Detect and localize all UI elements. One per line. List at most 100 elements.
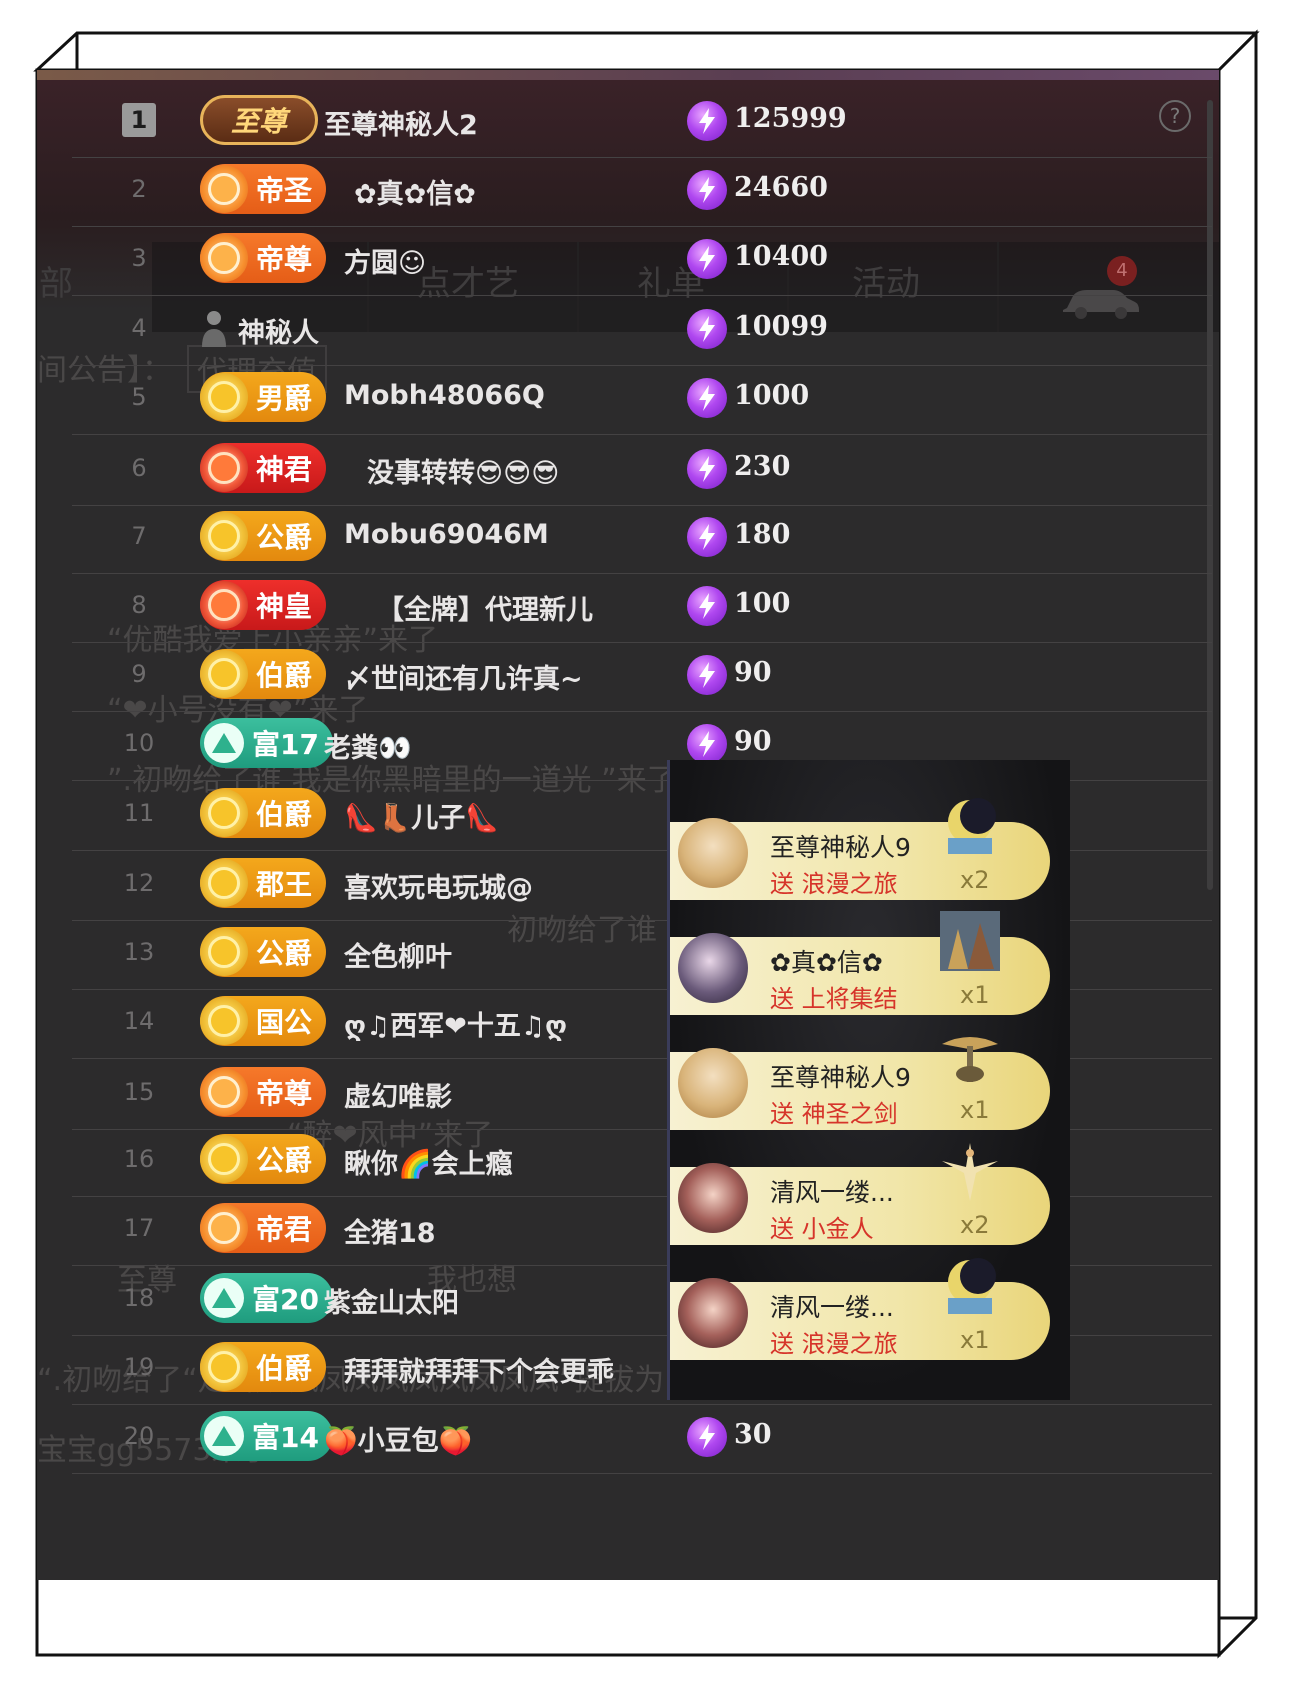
badge-emblem-icon — [200, 859, 248, 907]
badge-emblem-icon — [200, 444, 248, 492]
rank-number: 1 — [122, 103, 156, 137]
mystery-person-icon — [202, 311, 226, 347]
user-name[interactable]: 紫金山太阳 — [324, 1281, 459, 1320]
sender-avatar — [678, 1048, 748, 1118]
noble-badge: 伯爵 — [200, 649, 327, 699]
noble-badge: 帝君 — [200, 1203, 327, 1253]
rank-number: 19 — [123, 1353, 155, 1381]
noble-badge: 公爵 — [200, 927, 327, 977]
user-name[interactable]: Mobu69046M — [344, 519, 549, 550]
rank-row[interactable]: 8 神皇 【全牌】代理新儿 100 — [72, 568, 1212, 643]
user-name[interactable]: 全猪18 — [344, 1211, 436, 1250]
gift-count: x2 — [960, 1211, 990, 1239]
lightning-icon — [687, 170, 727, 210]
sender-avatar — [678, 1278, 748, 1348]
badge-emblem-icon — [200, 165, 248, 213]
user-name[interactable]: 老粪👀 — [324, 726, 412, 765]
user-name[interactable]: 全色柳叶 — [344, 935, 452, 974]
noble-badge: 男爵 — [200, 372, 327, 422]
wealth-badge: 富14 — [200, 1411, 333, 1461]
badge-label: 神君 — [256, 453, 313, 486]
user-name[interactable]: 〆世间还有几许真~ — [344, 657, 583, 696]
noble-badge: 公爵 — [200, 1134, 327, 1184]
rank-number: 7 — [131, 522, 147, 550]
rank-row[interactable]: 20 富14 🍑小豆包🍑 30 — [72, 1399, 1212, 1474]
badge-label: 帝君 — [256, 1213, 313, 1246]
noble-badge: 至尊 — [200, 95, 318, 145]
score-value: 1000 — [734, 380, 810, 411]
score-value: 180 — [734, 519, 791, 550]
wealth-badge: 富20 — [200, 1273, 333, 1323]
rank-row[interactable]: 2 帝圣 ✿真✿信✿ 24660 — [72, 152, 1212, 227]
triangle-icon — [204, 1416, 244, 1456]
lightning-icon — [687, 378, 727, 418]
badge-label: 富20 — [252, 1283, 319, 1316]
lightning-icon — [687, 517, 727, 557]
user-name[interactable]: ✿真✿信✿ — [354, 172, 476, 211]
gift-action: 送 小金人 — [770, 1215, 874, 1243]
user-name[interactable]: 方圆☺ — [344, 241, 426, 280]
noble-badge: 国公 — [200, 996, 327, 1046]
rank-number: 14 — [123, 1007, 155, 1035]
rank-row[interactable]: 5 男爵 Mobh48066Q 1000 — [72, 360, 1212, 435]
badge-emblem-icon — [200, 512, 248, 560]
badge-emblem-icon — [200, 1135, 248, 1183]
user-name[interactable]: 神秘人 — [238, 311, 319, 350]
rank-row[interactable]: 6 神君 没事转转😎😎😎 230 — [72, 431, 1212, 506]
gift-notification[interactable]: 至尊神秘人9 送 神圣之剑 x1 — [670, 1037, 1050, 1130]
sender-avatar — [678, 1163, 748, 1233]
noble-badge: 帝尊 — [200, 233, 327, 283]
user-name[interactable]: 【全牌】代理新儿 — [377, 588, 593, 627]
sender-avatar — [678, 818, 748, 888]
gift-notification[interactable]: 清风一缕... 送 小金人 x2 — [670, 1143, 1050, 1245]
wealth-badge: 富17 — [200, 718, 333, 768]
score-value: 100 — [734, 588, 791, 619]
user-name[interactable]: 🍑小豆包🍑 — [324, 1419, 472, 1458]
gift-notification[interactable]: 清风一缕... 送 浪漫之旅 x1 — [670, 1258, 1050, 1360]
badge-emblem-icon — [200, 789, 248, 837]
gift-action: 送 神圣之剑 — [770, 1100, 898, 1128]
sender-avatar — [678, 933, 748, 1003]
rank-number: 10 — [123, 729, 155, 757]
gift-notification[interactable]: 至尊神秘人9 送 浪漫之旅 x2 — [670, 798, 1050, 900]
score-value: 10099 — [734, 311, 828, 342]
gift-notification-panel: 至尊神秘人9 送 浪漫之旅 x2 ✿真✿信✿ 送 上将集结 x1 至尊神秘人9 … — [667, 760, 1070, 1400]
moon-icon — [948, 798, 996, 854]
user-name[interactable]: 拜拜就拜拜下个会更乖 — [344, 1350, 614, 1389]
user-name[interactable]: 至尊神秘人2 — [324, 103, 478, 142]
gift-sender-name: ✿真✿信✿ — [770, 948, 883, 977]
noble-badge: 神君 — [200, 443, 327, 493]
rank-row[interactable]: 1 至尊 至尊神秘人2 125999 — [72, 83, 1212, 158]
score-value: 10400 — [734, 241, 828, 272]
live-room-screen: 部 点才艺 礼单 活动 4 间公告】： 代理充值 “优酷我爱上小亲亲”来了 “❤… — [37, 70, 1219, 1580]
user-name[interactable]: ღ♫西军❤十五♫ღ — [344, 1004, 567, 1043]
badge-label: 富14 — [252, 1421, 319, 1454]
lightning-icon — [687, 101, 727, 141]
user-name[interactable]: 瞅你🌈会上瘾 — [344, 1142, 513, 1181]
rank-row[interactable]: 4 神秘人 10099 — [72, 291, 1212, 366]
rank-number: 20 — [123, 1422, 155, 1450]
user-name[interactable]: 喜欢玩电玩城@ — [344, 866, 533, 905]
gift-count: x1 — [960, 1326, 990, 1354]
noble-badge: 帝圣 — [200, 164, 327, 214]
angel-icon — [942, 1143, 998, 1201]
gift-sender-name: 至尊神秘人9 — [770, 833, 911, 862]
score-value: 30 — [734, 1419, 772, 1450]
user-name[interactable]: 虚幻唯影 — [344, 1075, 452, 1114]
user-name[interactable]: Mobh48066Q — [344, 380, 545, 411]
noble-badge: 神皇 — [200, 580, 327, 630]
user-name[interactable]: 👠👢儿子👠 — [344, 796, 499, 835]
rank-number: 18 — [123, 1284, 155, 1312]
user-name[interactable]: 没事转转😎😎😎 — [367, 451, 559, 490]
gift-sender-name: 至尊神秘人9 — [770, 1063, 911, 1092]
badge-label: 国公 — [256, 1006, 313, 1039]
lightning-icon — [687, 724, 727, 764]
background-tab: 部 — [39, 264, 73, 304]
rank-row[interactable]: 9 伯爵 〆世间还有几许真~ 90 — [72, 637, 1212, 712]
gift-notification[interactable]: ✿真✿信✿ 送 上将集结 x1 — [670, 911, 1050, 1015]
badge-label: 帝尊 — [256, 243, 313, 276]
rank-row[interactable]: 7 公爵 Mobu69046M 180 — [72, 499, 1212, 574]
score-value: 90 — [734, 657, 772, 688]
noble-badge: 帝尊 — [200, 1067, 327, 1117]
rank-row[interactable]: 3 帝尊 方圆☺ 10400 — [72, 221, 1212, 296]
